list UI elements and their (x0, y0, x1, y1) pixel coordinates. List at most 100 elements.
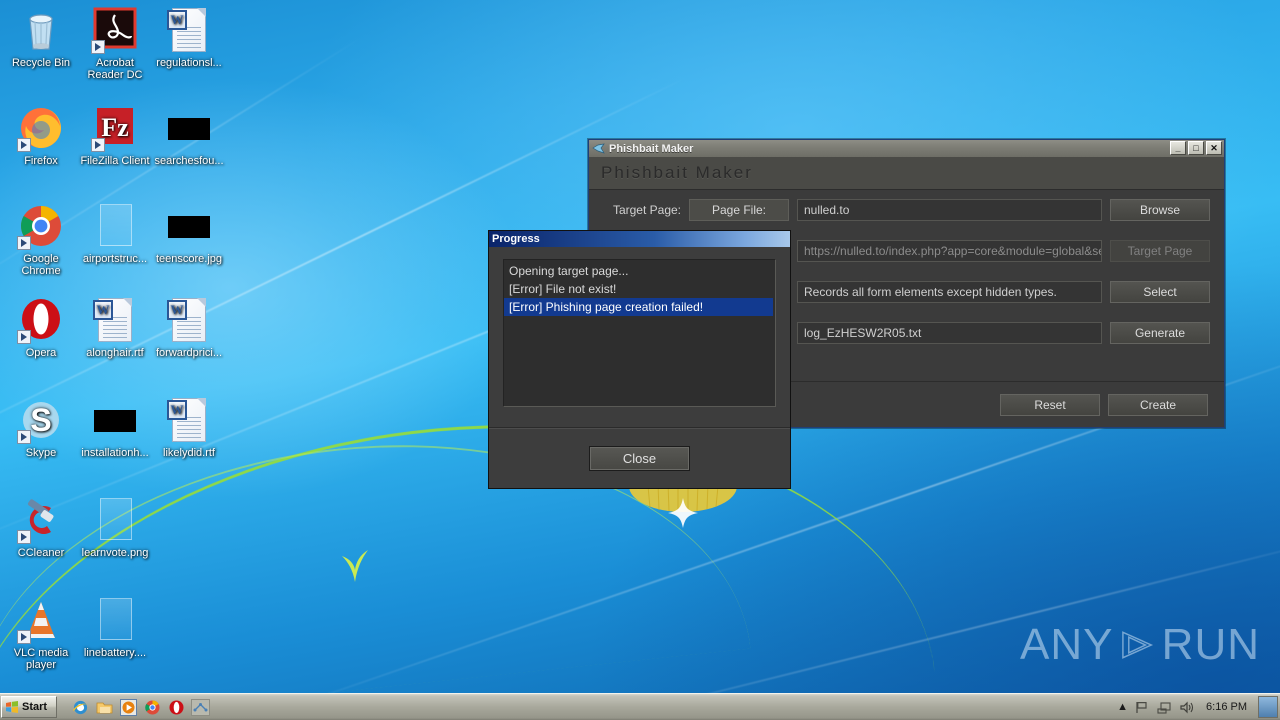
close-icon[interactable]: ✕ (1206, 141, 1222, 155)
desktop-icon-label: installationh... (81, 447, 149, 459)
phishbait-titlebar[interactable]: Phishbait Maker _ □ ✕ (589, 140, 1224, 157)
desktop-icon-installationh[interactable]: installationh... (78, 396, 152, 459)
desktop-icon-google-chrome[interactable]: Google Chrome (4, 202, 78, 277)
start-button-label: Start (22, 701, 48, 713)
progress-log-line[interactable]: Opening target page... (504, 262, 775, 280)
opera-icon[interactable] (165, 696, 187, 718)
desktop-icon-label: Firefox (24, 155, 58, 167)
ccleaner-icon (17, 496, 65, 544)
reset-button[interactable]: Reset (1000, 393, 1100, 416)
progress-dialog-title: Progress (492, 233, 540, 245)
desktop-icon-linebattery[interactable]: linebattery.... (78, 596, 152, 659)
desktop-icon-label: FileZilla Client (80, 155, 150, 167)
shortcut-overlay-icon (17, 430, 31, 444)
fish-hook-icon (592, 143, 605, 154)
recycle-bin-icon (17, 6, 65, 54)
anyrun-play-triangle-logo-icon (1122, 631, 1154, 659)
flag-action-center-icon[interactable] (1135, 700, 1150, 715)
windows-explorer-icon[interactable] (93, 696, 115, 718)
desktop-icon-ccleaner[interactable]: CCleaner (4, 496, 78, 559)
desktop-icon-teenscore-jpg[interactable]: teenscore.jpg (152, 202, 226, 265)
progress-body: Opening target page... [Error] File not e… (489, 247, 790, 407)
progress-log-line[interactable]: [Error] Phishing page creation failed! (504, 298, 773, 316)
close-button[interactable]: Close (589, 445, 690, 471)
desktop-icon-recycle-bin[interactable]: Recycle Bin (4, 6, 78, 69)
field-action-button: Target Page (1110, 240, 1210, 262)
skype-icon: S (17, 396, 65, 444)
field-input[interactable]: https://nulled.to/index.php?app=core&mod… (797, 240, 1102, 262)
desktop-icon-opera[interactable]: Opera (4, 296, 78, 359)
window-controls: _ □ ✕ (1170, 141, 1222, 155)
wallpaper-leaf-icon (342, 550, 368, 582)
desktop-icon-forwardprici[interactable]: Wforwardprici... (152, 296, 226, 359)
desktop-icon-alonghair-rtf[interactable]: Walonghair.rtf (78, 296, 152, 359)
create-button[interactable]: Create (1108, 393, 1208, 416)
google-chrome-icon[interactable] (141, 696, 163, 718)
svg-text:S: S (30, 402, 51, 438)
desktop-icon-skype[interactable]: S Skype (4, 396, 78, 459)
desktop-icon-likelydid-rtf[interactable]: Wlikelydid.rtf (152, 396, 226, 459)
desktop-icon-label: VLC media player (13, 647, 69, 671)
field-input[interactable]: log_EzHESW2R05.txt (797, 322, 1102, 344)
desktop-icon-airportstruc[interactable]: airportstruc... (78, 202, 152, 265)
maximize-button[interactable]: □ (1188, 141, 1204, 155)
google-chrome-icon (17, 202, 65, 250)
desktop-icon-label: teenscore.jpg (155, 253, 223, 265)
wallpaper-light-ray (499, 527, 1280, 720)
desktop-icon-label: likelydid.rtf (163, 447, 215, 459)
field-mode-button[interactable]: Page File: (689, 199, 789, 221)
desktop-icon-acrobat-reader-dc[interactable]: Acrobat Reader DC (78, 6, 152, 81)
windows-media-player-icon[interactable] (117, 696, 139, 718)
taskbar-clock[interactable]: 6:16 PM (1202, 701, 1251, 713)
vlc-media-player-icon (17, 596, 65, 644)
shortcut-overlay-icon (17, 630, 31, 644)
desktop-icon-grid: Recycle Bin Acrobat Reader DC Wregulations… (0, 0, 260, 690)
desktop-icon-vlc-media-player[interactable]: VLC media player (4, 596, 78, 671)
progress-log-line[interactable]: [Error] File not exist! (504, 280, 775, 298)
volume-icon[interactable] (1179, 700, 1195, 715)
blank-file-icon (91, 596, 139, 644)
desktop-background[interactable]: Recycle Bin Acrobat Reader DC Wregulations… (0, 0, 1280, 720)
desktop-icon-label: linebattery.... (83, 647, 147, 659)
shortcut-overlay-icon (91, 138, 105, 152)
blank-file-icon (91, 496, 139, 544)
desktop-icon-label: learnvote.png (81, 547, 149, 559)
progress-log-listbox[interactable]: Opening target page... [Error] File not e… (503, 259, 776, 407)
field-action-button[interactable]: Select (1110, 281, 1210, 303)
phishbait-window-title: Phishbait Maker (609, 142, 694, 155)
minimize-button[interactable]: _ (1170, 141, 1186, 155)
redacted-thumbnail-icon (91, 396, 139, 444)
desktop-icon-firefox[interactable]: Firefox (4, 104, 78, 167)
field-action-button[interactable]: Generate (1110, 322, 1210, 344)
watermark-any-text: ANY (1020, 620, 1114, 669)
shortcut-overlay-icon (17, 530, 31, 544)
blank-file-icon (91, 202, 139, 250)
desktop-icon-label: searchesfou... (154, 155, 224, 167)
desktop-icon-regulationsl[interactable]: Wregulationsl... (152, 6, 226, 69)
desktop-icon-searchesfou[interactable]: searchesfou... (152, 104, 226, 167)
show-desktop-button[interactable] (1258, 696, 1278, 718)
internet-explorer-icon[interactable] (69, 696, 91, 718)
desktop-icon-label: regulationsl... (156, 57, 222, 69)
start-button[interactable]: Start (1, 696, 57, 718)
system-tray: ▲ 6:16 PM (1117, 694, 1280, 720)
network-icon[interactable] (189, 696, 211, 718)
field-label: Target Page: (612, 203, 681, 217)
shortcut-overlay-icon (17, 138, 31, 152)
network-tray-icon[interactable] (1157, 700, 1172, 715)
desktop-icon-label: airportstruc... (82, 253, 148, 265)
progress-titlebar[interactable]: Progress (489, 231, 790, 247)
acrobat-reader-dc-icon (91, 6, 139, 54)
taskbar[interactable]: Start ▲ 6:16 PM (0, 693, 1280, 720)
opera-icon (17, 296, 65, 344)
desktop-icon-filezilla-client[interactable]: Fz FileZilla Client (78, 104, 152, 167)
field-input[interactable]: Records all form elements except hidden … (797, 281, 1102, 303)
field-action-button[interactable]: Browse (1110, 199, 1210, 221)
progress-dialog[interactable]: Progress Opening target page... [Error] F… (488, 230, 791, 489)
field-input[interactable]: nulled.to (797, 199, 1102, 221)
show-hidden-icons-chevron-icon[interactable]: ▲ (1117, 701, 1128, 713)
desktop-icon-learnvote-png[interactable]: learnvote.png (78, 496, 152, 559)
shortcut-overlay-icon (17, 236, 31, 250)
progress-footer: Close (489, 428, 790, 488)
desktop-icon-label: Google Chrome (21, 253, 61, 277)
